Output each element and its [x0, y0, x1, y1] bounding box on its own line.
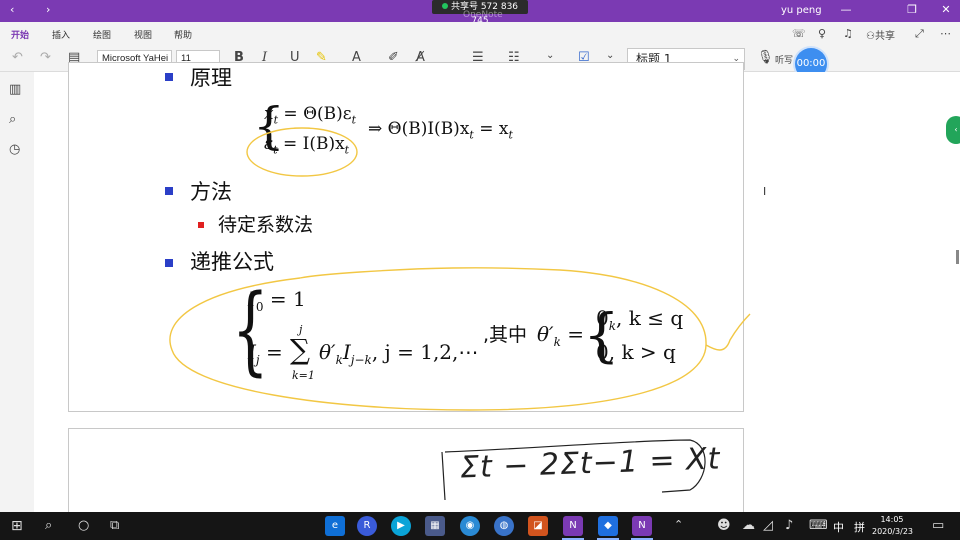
- cortana-icon[interactable]: ○: [78, 518, 89, 533]
- search-icon[interactable]: ⌕: [45, 518, 52, 533]
- onenote-2-icon[interactable]: N: [632, 516, 652, 536]
- edge-icon[interactable]: e: [325, 516, 345, 536]
- chevron-up-icon[interactable]: ⌃: [674, 518, 683, 531]
- ink-circle-small: [246, 127, 358, 177]
- app-orange-icon[interactable]: ◪: [528, 516, 548, 536]
- app-blue-icon[interactable]: ◍: [494, 516, 514, 536]
- avatar-tray-icon[interactable]: ☻: [717, 518, 731, 533]
- action-center-icon[interactable]: ▭: [932, 518, 944, 533]
- text-cursor-icon: I: [763, 185, 767, 198]
- ime-indicator[interactable]: 中: [833, 519, 844, 535]
- keyboard-icon[interactable]: ⌨: [809, 518, 828, 533]
- meeting-app-icon[interactable]: ◆: [598, 516, 618, 536]
- clock[interactable]: 14:05 2020/3/23: [872, 514, 913, 538]
- ink-tail: [705, 313, 751, 351]
- app-r-icon[interactable]: R: [357, 516, 377, 536]
- onenote-icon[interactable]: N: [563, 516, 583, 536]
- player-icon[interactable]: ▶: [391, 516, 411, 536]
- ink-ellipse-large: [169, 267, 707, 411]
- globe-icon[interactable]: ◉: [460, 516, 480, 536]
- scrollbar-thumb[interactable]: [956, 250, 959, 264]
- network-icon[interactable]: ◿: [763, 518, 773, 533]
- windows-start-icon[interactable]: ⊞: [11, 518, 23, 534]
- task-view-icon[interactable]: ⧉: [110, 518, 119, 533]
- side-panel-handle[interactable]: ‹: [946, 116, 960, 144]
- volume-icon[interactable]: ♪: [785, 518, 793, 533]
- taskbar: ⊞ ⌕ ○ ⧉ e R ▶ ▦ ◉ ◍ ◪ N ◆ N ⌃ ☻ ☁ ◿ ♪ ⌨ …: [0, 512, 960, 540]
- ime-mode[interactable]: 拼: [854, 519, 865, 535]
- app-grid-icon[interactable]: ▦: [425, 516, 445, 536]
- onedrive-icon[interactable]: ☁: [742, 518, 755, 533]
